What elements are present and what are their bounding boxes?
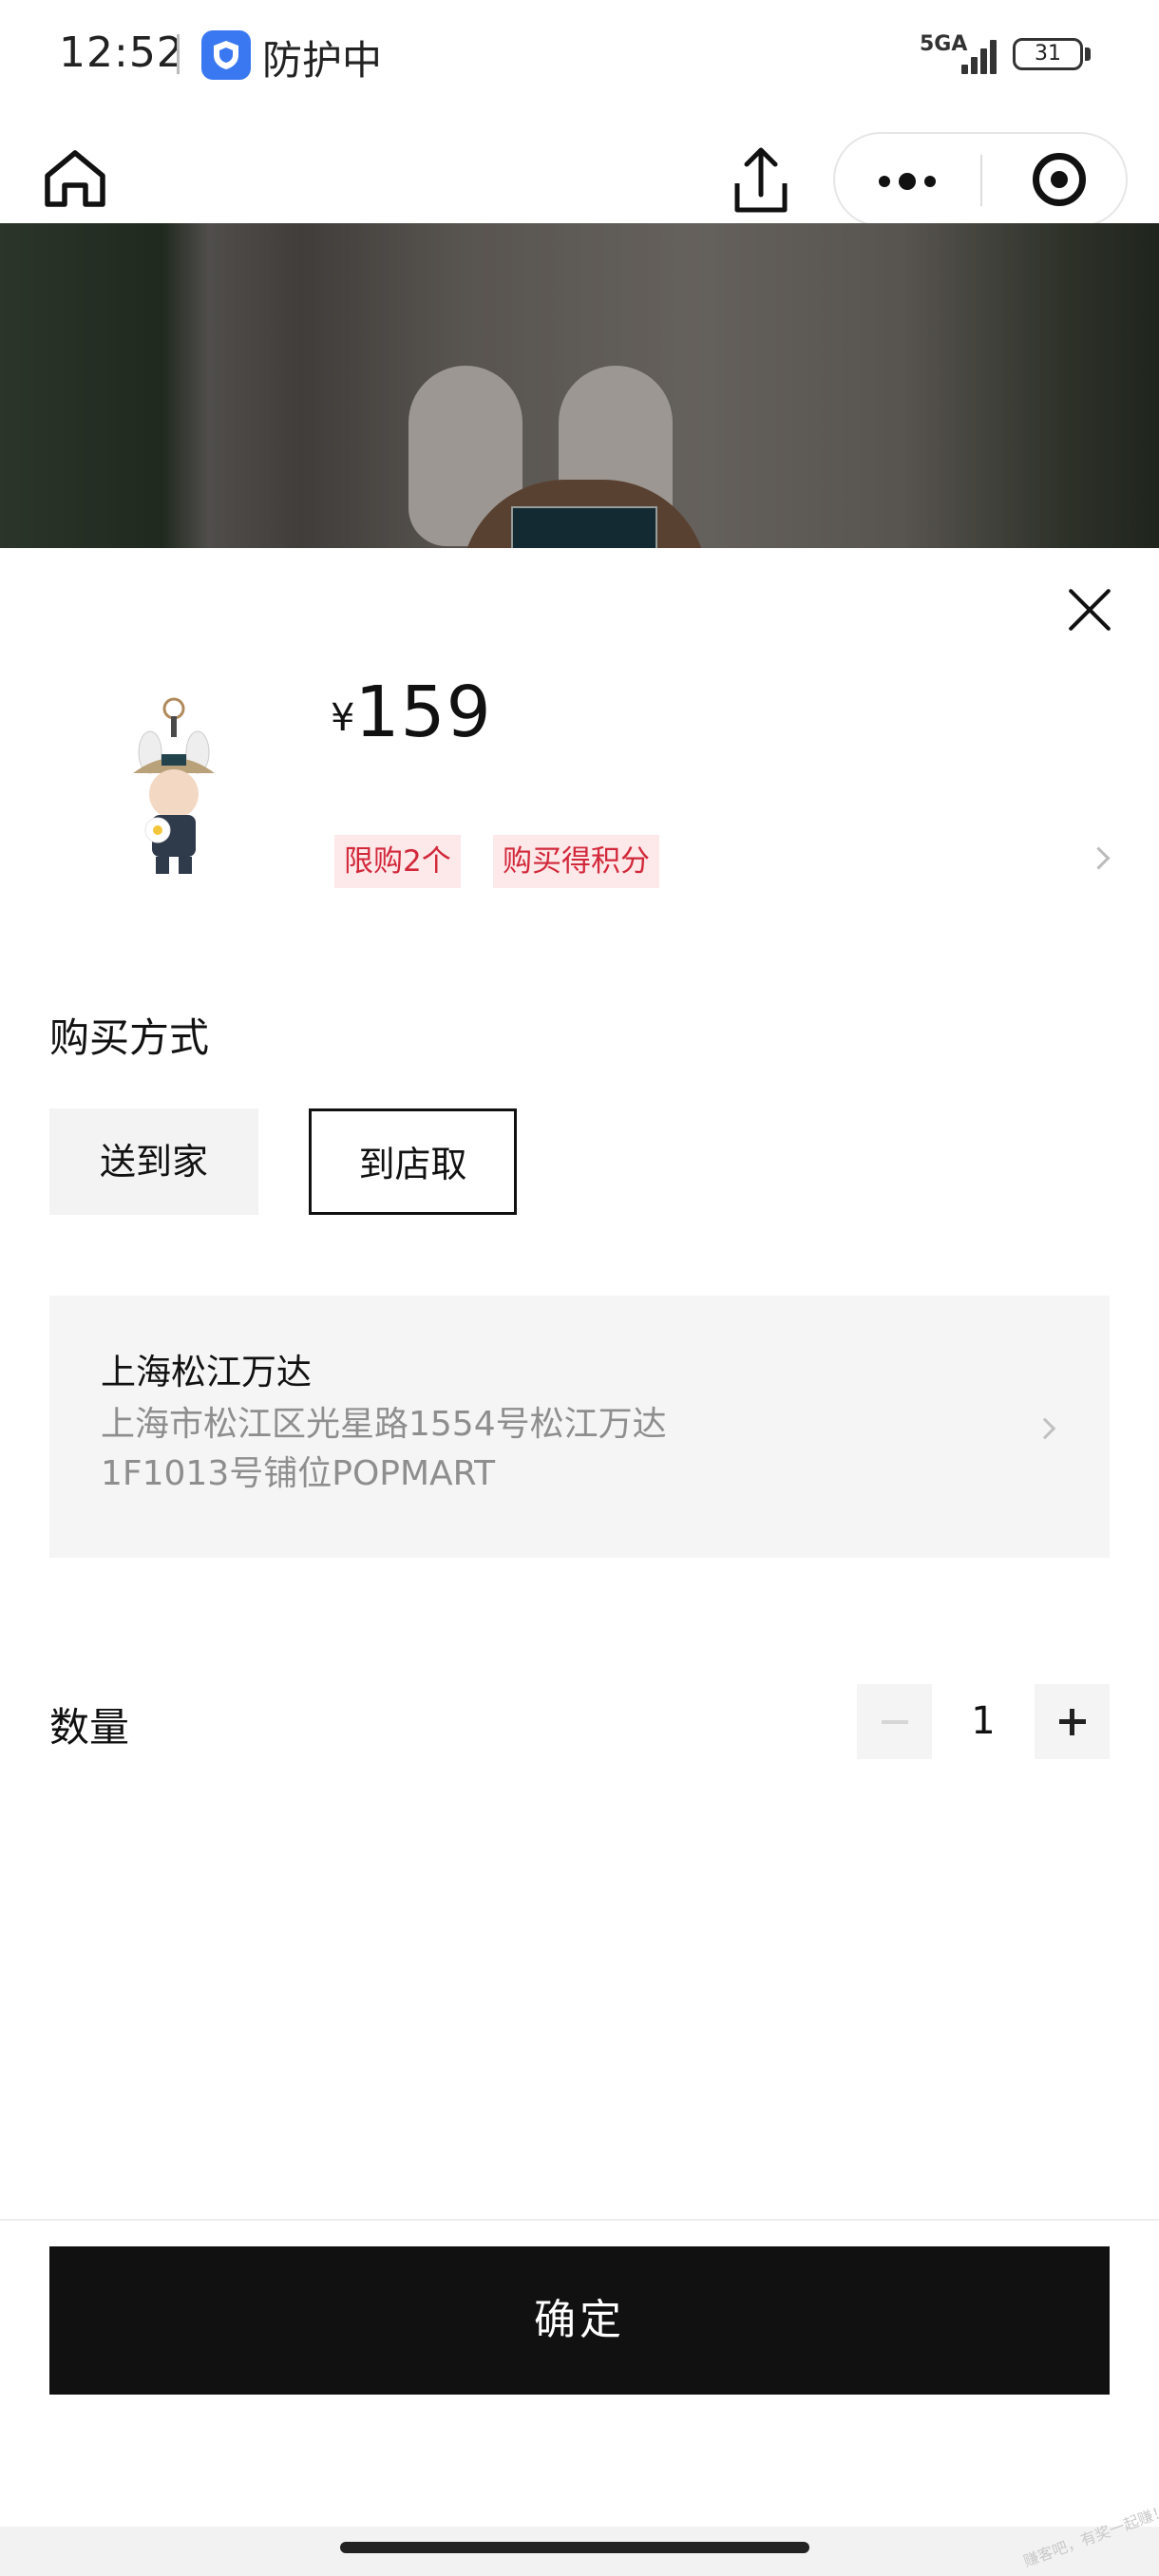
store-selector[interactable]: 上海松江万达 上海市松江区光星路1554号松江万达 1F1013号铺位POPMA… (49, 1296, 1110, 1558)
home-indicator[interactable] (340, 2542, 809, 2553)
store-address: 上海市松江区光星路1554号松江万达 1F1013号铺位POPMART (101, 1400, 785, 1499)
price: ¥159 (331, 672, 492, 767)
purchase-method-title: 购买方式 (49, 1014, 210, 1061)
currency-symbol: ¥ (331, 696, 355, 740)
shield-icon (201, 30, 251, 80)
more-dots-icon[interactable] (835, 134, 980, 225)
status-divider (177, 34, 180, 74)
product-hero-image (0, 223, 1159, 548)
target-icon[interactable] (1033, 153, 1086, 206)
nav-bar (0, 109, 1159, 233)
status-bar: 12:52 防护中 5GA 31 (0, 0, 1159, 109)
store-pickup-button[interactable]: 到店取 (309, 1108, 517, 1215)
quantity-decrease-button[interactable] (857, 1684, 932, 1759)
purchase-sheet: ¥159 限购2个 购买得积分 购买方式 送到家 到店取 上海松江万达 上海市松… (0, 548, 1159, 2576)
battery-level: 31 (1035, 42, 1061, 66)
hero-overlay (0, 223, 1159, 548)
home-icon[interactable] (42, 147, 116, 221)
battery-icon: 31 (1013, 38, 1083, 70)
miniapp-capsule (833, 132, 1128, 227)
tag-purchase-limit: 限购2个 (334, 835, 461, 888)
quantity-increase-button[interactable] (1035, 1684, 1110, 1759)
quantity-label: 数量 (49, 1704, 130, 1751)
product-thumbnail (103, 695, 245, 885)
signal-icon (961, 38, 999, 74)
chevron-right-icon (1034, 1417, 1056, 1440)
share-icon[interactable] (712, 136, 809, 233)
status-time: 12:52 (59, 28, 184, 77)
price-value: 159 (354, 672, 492, 753)
chevron-right-icon[interactable] (1087, 846, 1111, 870)
quantity-value[interactable]: 1 (940, 1684, 1026, 1759)
confirm-button[interactable]: 确定 (49, 2246, 1110, 2395)
tag-earn-points: 购买得积分 (493, 835, 659, 888)
store-address-line1: 上海市松江区光星路1554号松江万达 (101, 1405, 667, 1444)
close-icon[interactable] (1066, 586, 1113, 634)
battery-tip (1085, 47, 1091, 61)
footer-divider (0, 2219, 1159, 2221)
security-status-text: 防护中 (262, 37, 383, 84)
store-name: 上海松江万达 (101, 1352, 312, 1392)
delivery-home-button[interactable]: 送到家 (49, 1108, 258, 1215)
network-type: 5GA (920, 32, 968, 56)
capsule-divider (980, 155, 982, 206)
store-address-line2: 1F1013号铺位POPMART (101, 1454, 496, 1493)
